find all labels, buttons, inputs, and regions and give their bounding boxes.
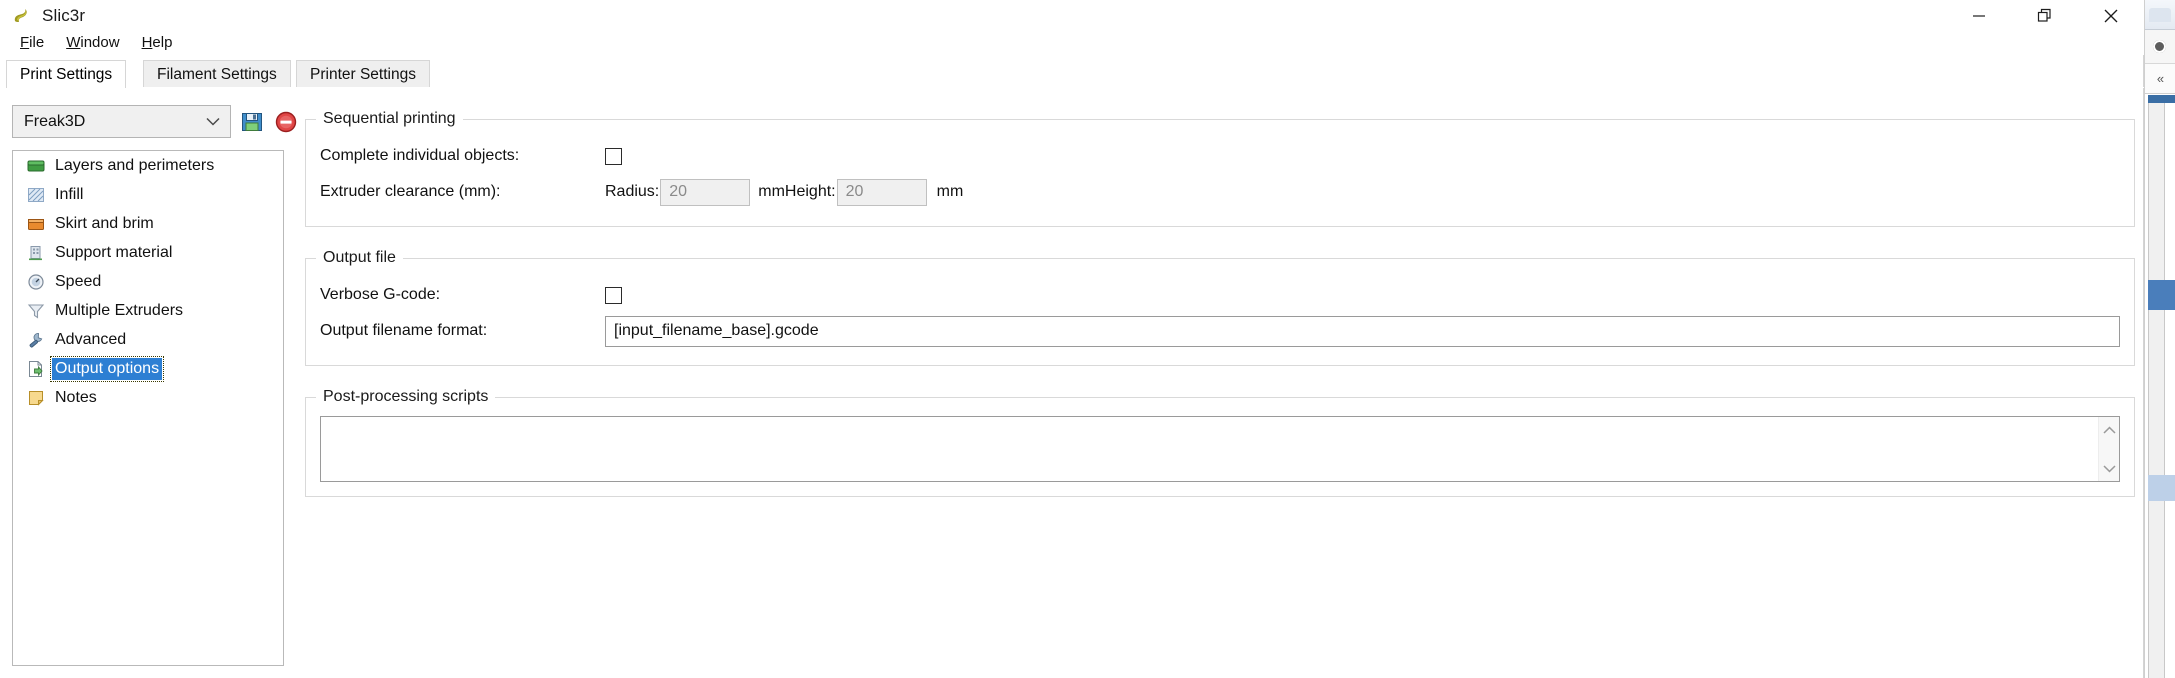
main-window: Slic3r File Window Help Print Settings F… [0, 0, 2144, 678]
notes-icon [26, 388, 46, 408]
menubar: File Window Help [0, 31, 2144, 55]
tabstrip-underline [0, 87, 2144, 88]
preset-select-value: Freak3D [24, 112, 86, 130]
background-window-tabrow: « [2145, 64, 2175, 94]
complete-individual-objects-row: Complete individual objects: [306, 138, 2134, 174]
sidebar-item-advanced[interactable]: Advanced [13, 325, 283, 354]
output-filename-format-row: Output filename format: [input_filename_… [306, 313, 2134, 349]
post-processing-scripts-field[interactable] [320, 416, 2120, 482]
output-filename-format-label: Output filename format: [320, 322, 488, 339]
clearance-height-input[interactable]: 20 [836, 178, 927, 206]
tab-print-settings[interactable]: Print Settings [6, 60, 127, 88]
window-title: Slic3r [42, 5, 86, 25]
sidebar-item-label: Speed [55, 272, 102, 290]
output-options-icon [26, 359, 46, 379]
tab-print-settings-label: Print Settings [20, 65, 113, 83]
output-filename-format-input[interactable]: [input_filename_base].gcode [605, 315, 2120, 347]
support-icon [26, 243, 46, 263]
clearance-height-value: 20 [845, 183, 864, 200]
speed-icon [26, 272, 46, 292]
background-window[interactable]: « [2144, 0, 2175, 678]
minimize-icon[interactable] [1946, 0, 2012, 31]
titlebar: Slic3r [0, 0, 2144, 31]
verbose-gcode-label: Verbose G-code: [320, 286, 441, 303]
sidebar-item-label: Support material [55, 243, 173, 261]
chevron-up-icon[interactable] [2099, 421, 2120, 439]
background-window-body [2145, 95, 2175, 678]
background-window-toolbar [2145, 30, 2175, 64]
sidebar-item-output-options[interactable]: Output options [13, 354, 283, 383]
output-file-legend: Output file [323, 249, 396, 266]
infill-icon [26, 185, 46, 205]
extruders-icon [26, 301, 46, 321]
sidebar-item-support-material[interactable]: Support material [13, 238, 283, 267]
background-window-highlight-top [2148, 95, 2175, 103]
sidebar-item-notes[interactable]: Notes [13, 383, 283, 412]
clearance-radius-label: Radius: [605, 183, 660, 200]
chevron-down-icon [206, 113, 220, 131]
sidebar-item-label: Infill [55, 185, 84, 203]
sidebar-item-label: Notes [55, 388, 97, 406]
tab-filament-settings-label: Filament Settings [157, 65, 277, 83]
sidebar-item-skirt-and-brim[interactable]: Skirt and brim [13, 209, 283, 238]
background-window-highlight-mid [2148, 280, 2175, 310]
background-toolbar-icon [2153, 40, 2166, 53]
sidebar-item-label: Multiple Extruders [55, 301, 184, 319]
sidebar-item-multiple-extruders[interactable]: Multiple Extruders [13, 296, 283, 325]
menu-window[interactable]: Window [55, 32, 130, 54]
slic3r-logo-icon [11, 6, 31, 26]
preset-row: Freak3D [12, 105, 299, 138]
preset-select[interactable]: Freak3D [12, 105, 231, 138]
sidebar-item-infill[interactable]: Infill [13, 180, 283, 209]
sequential-printing-group: Sequential printing Complete individual … [305, 110, 2135, 227]
tab-printer-settings-label: Printer Settings [310, 65, 416, 83]
clearance-radius-value: 20 [669, 183, 688, 200]
close-icon[interactable] [2078, 0, 2144, 31]
clearance-height-label: Height: [784, 183, 836, 200]
post-processing-scrollbar[interactable] [2098, 417, 2119, 481]
sidebar-item-speed[interactable]: Speed [13, 267, 283, 296]
sidebar-item-label: Output options [49, 355, 165, 382]
sidebar-item-layers-and-perimeters[interactable]: Layers and perimeters [13, 151, 283, 180]
slic3r-window: « Slic3r File Window Help Print Settings… [0, 0, 2175, 678]
sidebar-item-label: Skirt and brim [55, 214, 154, 232]
tab-filament-settings[interactable]: Filament Settings [143, 60, 291, 88]
tabstrip: Print Settings Filament Settings Printer… [0, 60, 2144, 88]
sequential-printing-legend: Sequential printing [323, 110, 456, 127]
layers-icon [26, 156, 46, 176]
window-controls [1946, 0, 2144, 31]
verbose-gcode-checkbox[interactable] [605, 286, 622, 304]
clearance-radius-input[interactable]: 20 [660, 178, 751, 206]
chevron-down-icon[interactable] [2099, 459, 2120, 477]
delete-preset-icon[interactable] [273, 109, 299, 135]
post-processing-scripts-textarea[interactable] [321, 417, 2098, 481]
extruder-clearance-label: Extruder clearance (mm): [320, 183, 501, 200]
skirt-icon [26, 214, 46, 234]
settings-content: Sequential printing Complete individual … [305, 110, 2135, 519]
output-file-body: Verbose G-code: Output filename format: … [306, 267, 2134, 365]
advanced-icon [26, 330, 46, 350]
output-filename-format-value: [input_filename_base].gcode [614, 322, 819, 339]
post-processing-group: Post-processing scripts [305, 388, 2135, 497]
menu-file[interactable]: File [9, 32, 55, 54]
sequential-printing-body: Complete individual objects: Extruder cl… [306, 128, 2134, 226]
restore-icon[interactable] [2012, 0, 2078, 31]
post-processing-legend: Post-processing scripts [323, 388, 489, 405]
complete-individual-objects-checkbox[interactable] [605, 147, 622, 165]
sidebar-item-label: Advanced [55, 330, 127, 348]
output-file-group: Output file Verbose G-code: Output filen… [305, 249, 2135, 366]
menu-help[interactable]: Help [131, 32, 184, 54]
background-window-scrollbar[interactable] [2148, 95, 2165, 678]
settings-tree-panel[interactable]: Layers and perimeters Infill Skirt and b… [12, 150, 284, 666]
tab-printer-settings[interactable]: Printer Settings [296, 60, 430, 88]
complete-individual-objects-label: Complete individual objects: [320, 147, 520, 164]
clearance-radius-unit: mm [758, 183, 785, 200]
extruder-clearance-row: Extruder clearance (mm): Radius: 20 mm H… [306, 174, 2134, 210]
background-window-highlight-low [2148, 475, 2175, 501]
save-preset-icon[interactable] [239, 109, 265, 135]
sidebar-item-label: Layers and perimeters [55, 156, 215, 174]
verbose-gcode-row: Verbose G-code: [306, 277, 2134, 313]
background-window-titlebar [2145, 0, 2175, 30]
clearance-height-unit: mm [936, 183, 964, 200]
